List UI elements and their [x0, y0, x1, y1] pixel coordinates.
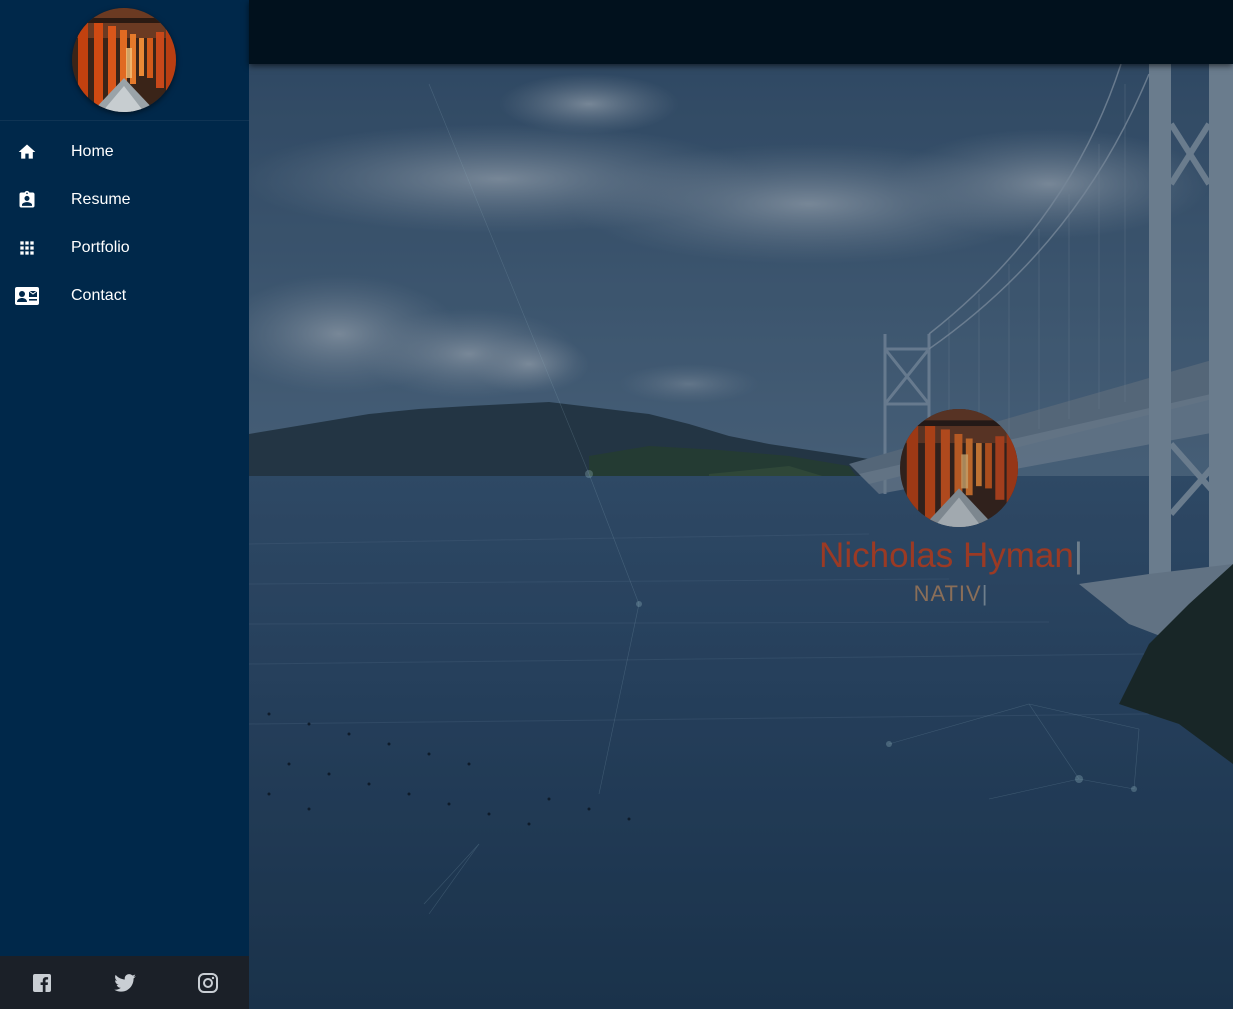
typing-cursor: |	[981, 581, 989, 606]
grid-icon	[15, 236, 39, 260]
sidebar: Home Resume Portfolio Contact	[0, 0, 249, 1009]
hero-name: Nicholas Hyman|	[819, 536, 1083, 575]
sidebar-nav: Home Resume Portfolio Contact	[0, 128, 249, 320]
hero-content: Nicholas Hyman| NATIV|	[249, 64, 1233, 1009]
sidebar-item-contact[interactable]: Contact	[0, 272, 249, 320]
twitter-icon[interactable]	[113, 972, 136, 994]
facebook-icon[interactable]	[31, 972, 53, 994]
sidebar-item-label: Home	[71, 143, 114, 160]
social-links	[0, 956, 249, 1009]
top-app-bar	[249, 0, 1233, 64]
resume-icon	[15, 188, 39, 212]
home-icon	[15, 140, 39, 164]
avatar[interactable]	[72, 8, 176, 112]
sidebar-item-label: Contact	[71, 287, 127, 304]
sidebar-item-label: Resume	[71, 191, 131, 208]
typing-cursor: |	[1073, 536, 1083, 575]
sidebar-item-label: Portfolio	[71, 239, 130, 256]
hero-role: NATIV|	[913, 581, 989, 606]
contact-card-icon	[15, 284, 39, 308]
hero-section: Nicholas Hyman| NATIV|	[249, 64, 1233, 1009]
sidebar-item-home[interactable]: Home	[0, 128, 249, 176]
sidebar-item-portfolio[interactable]: Portfolio	[0, 224, 249, 272]
sidebar-item-resume[interactable]: Resume	[0, 176, 249, 224]
hero-avatar	[900, 409, 1018, 527]
sidebar-header	[0, 0, 249, 121]
instagram-icon[interactable]	[197, 972, 219, 994]
